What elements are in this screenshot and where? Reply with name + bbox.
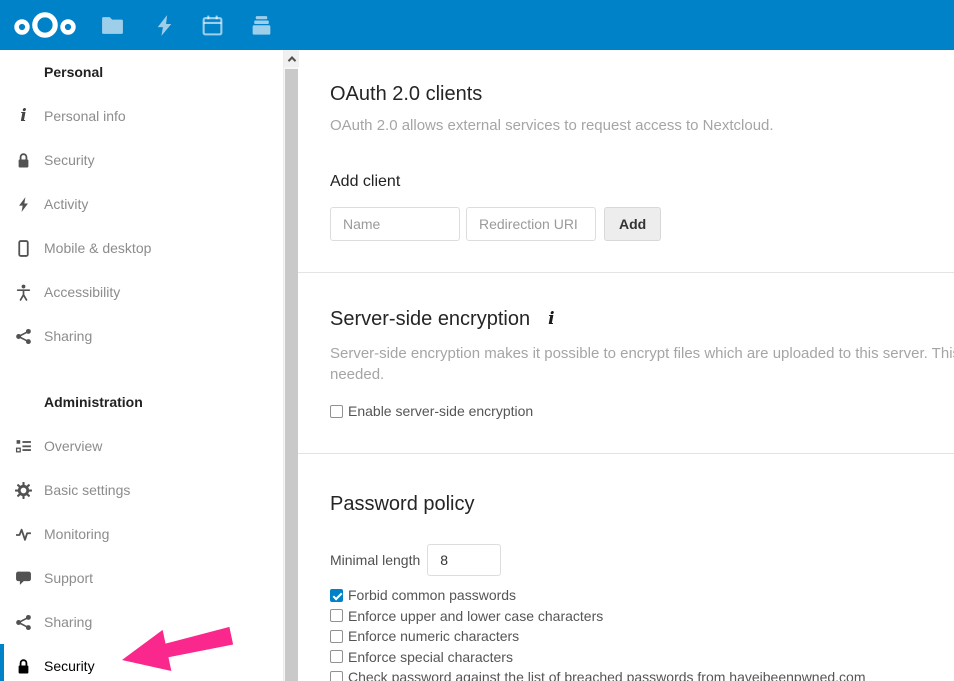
sidebar-item-label: Support (0, 570, 93, 586)
checkbox-icon[interactable] (330, 609, 343, 622)
nextcloud-logo-icon[interactable] (12, 8, 78, 42)
sidebar-item-basic-settings[interactable]: Basic settings (0, 468, 283, 512)
checkbox-icon[interactable] (330, 589, 343, 602)
scrollbar-thumb[interactable] (285, 69, 298, 681)
list-icon (15, 438, 32, 455)
enforce-numeric-checkbox[interactable]: Enforce numeric characters (330, 626, 954, 647)
sidebar-item-personal-info[interactable]: i Personal info (0, 94, 283, 138)
forbid-common-passwords-checkbox[interactable]: Forbid common passwords (330, 585, 954, 606)
chevron-up-icon (287, 56, 295, 64)
encryption-description-line1: Server-side encryption makes it possible… (330, 343, 954, 364)
info-icon: i (15, 108, 32, 125)
info-icon[interactable]: i (548, 309, 554, 329)
encryption-title: Server-side encryption (330, 305, 530, 333)
sidebar-item-monitoring[interactable]: Monitoring (0, 512, 283, 556)
sidebar-item-support[interactable]: Support (0, 556, 283, 600)
checkbox-label: Forbid common passwords (348, 587, 516, 603)
password-policy-title: Password policy (330, 490, 954, 518)
deck-stack-icon[interactable] (249, 13, 274, 38)
sidebar-item-overview[interactable]: Overview (0, 424, 283, 468)
phone-icon (15, 240, 32, 257)
checkbox-label: Enforce special characters (348, 649, 513, 665)
oauth-title: OAuth 2.0 clients (330, 80, 954, 108)
sidebar-item-sharing-admin[interactable]: Sharing (0, 600, 283, 644)
encryption-description-line2: needed. (330, 364, 954, 385)
enforce-special-checkbox[interactable]: Enforce special characters (330, 647, 954, 668)
calendar-icon[interactable] (200, 13, 225, 38)
checkbox-label: Check password against the list of breac… (348, 669, 866, 681)
minimal-length-label: Minimal length (330, 552, 420, 568)
share-icon (15, 328, 32, 345)
minimal-length-row: Minimal length (330, 544, 954, 576)
oauth-description: OAuth 2.0 allows external services to re… (330, 116, 954, 136)
add-client-form: Add (330, 207, 954, 241)
minimal-length-input[interactable] (427, 544, 501, 576)
checkbox-icon[interactable] (330, 630, 343, 643)
sidebar-item-mobile-desktop[interactable]: Mobile & desktop (0, 226, 283, 270)
activity-bolt-icon[interactable] (152, 13, 177, 38)
client-name-input[interactable] (330, 207, 460, 241)
checkbox-icon[interactable] (330, 650, 343, 663)
add-client-heading: Add client (330, 172, 954, 192)
speech-bubble-icon (15, 570, 32, 587)
top-navigation-bar (0, 0, 954, 50)
sidebar-scrollbar[interactable] (283, 50, 298, 681)
files-folder-icon[interactable] (100, 13, 125, 38)
section-divider (298, 453, 954, 454)
sidebar-item-label: Sharing (0, 614, 92, 630)
sidebar-item-activity[interactable]: Activity (0, 182, 283, 226)
section-divider (298, 272, 954, 273)
checkbox-icon[interactable] (330, 405, 343, 418)
settings-sidebar: Personal i Personal info Security Activi… (0, 50, 283, 681)
lock-icon (15, 152, 32, 169)
lock-icon (15, 658, 32, 675)
encryption-section: Server-side encryption i Server-side enc… (330, 305, 954, 422)
password-policy-section: Password policy Minimal length Forbid co… (330, 490, 954, 681)
sidebar-item-security-admin[interactable]: Security (0, 644, 283, 681)
checkbox-label: Enforce numeric characters (348, 628, 519, 644)
nextcloud-settings-window: Personal i Personal info Security Activi… (0, 0, 954, 681)
scrollbar-up-button[interactable] (284, 50, 299, 67)
check-haveibeenpwned-checkbox[interactable]: Check password against the list of breac… (330, 667, 954, 681)
enforce-upper-lower-checkbox[interactable]: Enforce upper and lower case characters (330, 606, 954, 627)
checkbox-label: Enable server-side encryption (348, 403, 533, 419)
sidebar-item-label: Activity (0, 196, 88, 212)
sidebar-section-personal: Personal (0, 50, 283, 94)
add-client-button[interactable]: Add (604, 207, 661, 241)
encryption-description: Server-side encryption makes it possible… (330, 343, 954, 385)
pulse-icon (15, 526, 32, 543)
sidebar-item-sharing-personal[interactable]: Sharing (0, 314, 283, 358)
share-icon (15, 614, 32, 631)
bolt-icon (15, 196, 32, 213)
redirection-uri-input[interactable] (466, 207, 596, 241)
gear-icon (15, 482, 32, 499)
checkbox-label: Enforce upper and lower case characters (348, 608, 603, 624)
accessibility-icon (15, 284, 32, 301)
sidebar-item-accessibility[interactable]: Accessibility (0, 270, 283, 314)
checkbox-icon[interactable] (330, 671, 343, 681)
sidebar-section-administration: Administration (0, 380, 283, 424)
password-policy-checkboxes: Forbid common passwords Enforce upper an… (330, 585, 954, 681)
settings-content: OAuth 2.0 clients OAuth 2.0 allows exter… (298, 50, 954, 681)
oauth-section: OAuth 2.0 clients OAuth 2.0 allows exter… (330, 80, 954, 241)
sidebar-item-label: Sharing (0, 328, 92, 344)
sidebar-item-security-personal[interactable]: Security (0, 138, 283, 182)
enable-encryption-checkbox[interactable]: Enable server-side encryption (330, 400, 954, 422)
